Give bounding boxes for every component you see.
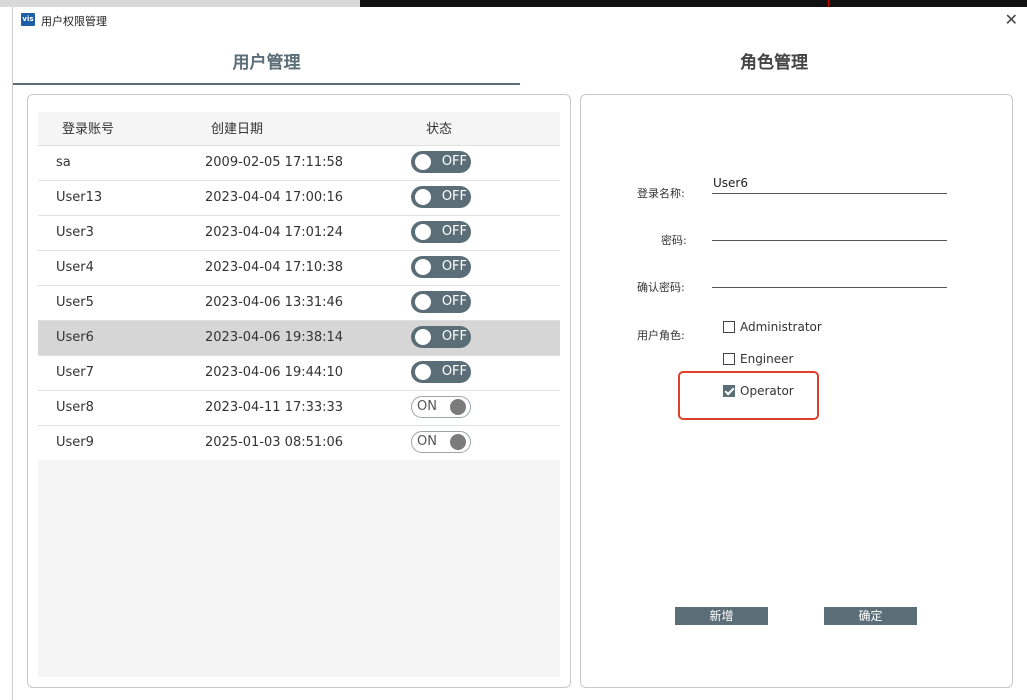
- login-name-label: 登录名称:: [637, 187, 685, 200]
- operator-highlight-box: [678, 371, 819, 420]
- table-row[interactable]: User8 2023-04-11 17:33:33 ON: [38, 390, 560, 425]
- created-date-cell: 2025-01-03 08:51:06: [205, 435, 344, 450]
- confirm-password-label: 确认密码:: [637, 281, 685, 294]
- toggle-label: OFF: [441, 294, 467, 309]
- created-date-cell: 2023-04-11 17:33:33: [205, 400, 344, 415]
- table-row[interactable]: User7 2023-04-06 19:44:10 OFF: [38, 355, 560, 390]
- toggle-label: OFF: [441, 259, 467, 274]
- created-date-cell: 2009-02-05 17:11:58: [205, 155, 344, 170]
- role-engineer-checkbox[interactable]: [723, 353, 735, 365]
- table-row[interactable]: User4 2023-04-04 17:10:38 OFF: [38, 250, 560, 285]
- status-toggle[interactable]: OFF: [411, 186, 471, 208]
- table-row[interactable]: User3 2023-04-04 17:01:24 OFF: [38, 215, 560, 250]
- background-strip: [0, 0, 1027, 7]
- user-list-panel: 登录账号 创建日期 状态 sa 2009-02-05 17:11:58 OFF Use…: [27, 94, 571, 688]
- column-header-status: 状态: [426, 122, 453, 137]
- created-date-cell: 2023-04-04 17:00:16: [205, 190, 344, 205]
- toggle-knob: [415, 364, 431, 380]
- table-row[interactable]: User9 2025-01-03 08:51:06 ON: [38, 425, 560, 460]
- window-title: 用户权限管理: [41, 15, 107, 28]
- background-dark-area: [360, 0, 1027, 7]
- user-role-label: 用户角色:: [637, 329, 685, 342]
- tab-role-management[interactable]: 角色管理: [520, 43, 1027, 83]
- title-bar: vis 用户权限管理 ✕: [13, 7, 1027, 33]
- status-toggle[interactable]: ON: [411, 431, 471, 453]
- toggle-knob: [450, 434, 466, 450]
- status-toggle[interactable]: ON: [411, 396, 471, 418]
- close-icon[interactable]: ✕: [1005, 10, 1018, 29]
- table-row[interactable]: User13 2023-04-04 17:00:16 OFF: [38, 180, 560, 215]
- account-cell: User13: [56, 190, 103, 205]
- tab-bar: 用户管理 角色管理: [13, 43, 1027, 85]
- toggle-label: OFF: [441, 189, 467, 204]
- confirm-password-input[interactable]: [712, 267, 947, 288]
- toggle-label: ON: [417, 434, 437, 449]
- user-table: 登录账号 创建日期 状态 sa 2009-02-05 17:11:58 OFF Use…: [38, 112, 560, 677]
- table-row[interactable]: User5 2023-04-06 13:31:46 OFF: [38, 285, 560, 320]
- password-input[interactable]: [712, 220, 947, 241]
- created-date-cell: 2023-04-04 17:01:24: [205, 225, 344, 240]
- account-cell: User4: [56, 260, 94, 275]
- user-edit-panel: 登录名称: 密码: 确认密码: 用户角色: Administrator Engi…: [580, 94, 1013, 688]
- toggle-label: OFF: [441, 364, 467, 379]
- status-toggle[interactable]: OFF: [411, 256, 471, 278]
- toggle-knob: [415, 329, 431, 345]
- status-toggle[interactable]: OFF: [411, 326, 471, 348]
- status-toggle[interactable]: OFF: [411, 291, 471, 313]
- column-header-created: 创建日期: [211, 122, 264, 137]
- created-date-cell: 2023-04-06 13:31:46: [205, 295, 344, 310]
- toggle-knob: [415, 189, 431, 205]
- toggle-label: OFF: [441, 154, 467, 169]
- status-toggle[interactable]: OFF: [411, 151, 471, 173]
- toggle-label: OFF: [441, 224, 467, 239]
- login-name-input[interactable]: [712, 173, 947, 194]
- created-date-cell: 2023-04-04 17:10:38: [205, 260, 344, 275]
- account-cell: User9: [56, 435, 94, 450]
- role-administrator-checkbox[interactable]: [723, 321, 735, 333]
- toggle-knob: [415, 154, 431, 170]
- toggle-label: ON: [417, 399, 437, 414]
- toggle-knob: [415, 224, 431, 240]
- column-header-account: 登录账号: [62, 122, 115, 137]
- account-cell: User5: [56, 295, 94, 310]
- account-cell: sa: [56, 155, 71, 170]
- account-cell: User6: [56, 330, 94, 345]
- confirm-button[interactable]: 确定: [824, 607, 917, 625]
- role-administrator-label: Administrator: [740, 320, 822, 334]
- background-red-line: [828, 0, 829, 7]
- account-cell: User3: [56, 225, 94, 240]
- table-row[interactable]: sa 2009-02-05 17:11:58 OFF: [38, 145, 560, 180]
- toggle-knob: [415, 259, 431, 275]
- status-toggle[interactable]: OFF: [411, 361, 471, 383]
- table-header: 登录账号 创建日期 状态: [38, 112, 560, 140]
- account-cell: User7: [56, 365, 94, 380]
- account-cell: User8: [56, 400, 94, 415]
- table-row[interactable]: User6 2023-04-06 19:38:14 OFF: [38, 320, 560, 355]
- toggle-knob: [415, 294, 431, 310]
- created-date-cell: 2023-04-06 19:44:10: [205, 365, 344, 380]
- password-label: 密码:: [661, 234, 687, 247]
- add-button[interactable]: 新增: [675, 607, 768, 625]
- created-date-cell: 2023-04-06 19:38:14: [205, 330, 344, 345]
- status-toggle[interactable]: OFF: [411, 221, 471, 243]
- user-permission-dialog: vis 用户权限管理 ✕ 用户管理 角色管理 登录账号 创建日期 状态 sa 20…: [12, 7, 1027, 700]
- tab-user-management[interactable]: 用户管理: [13, 43, 520, 85]
- toggle-label: OFF: [441, 329, 467, 344]
- toggle-knob: [450, 399, 466, 415]
- role-engineer-label: Engineer: [740, 352, 794, 366]
- app-icon: vis: [21, 13, 35, 26]
